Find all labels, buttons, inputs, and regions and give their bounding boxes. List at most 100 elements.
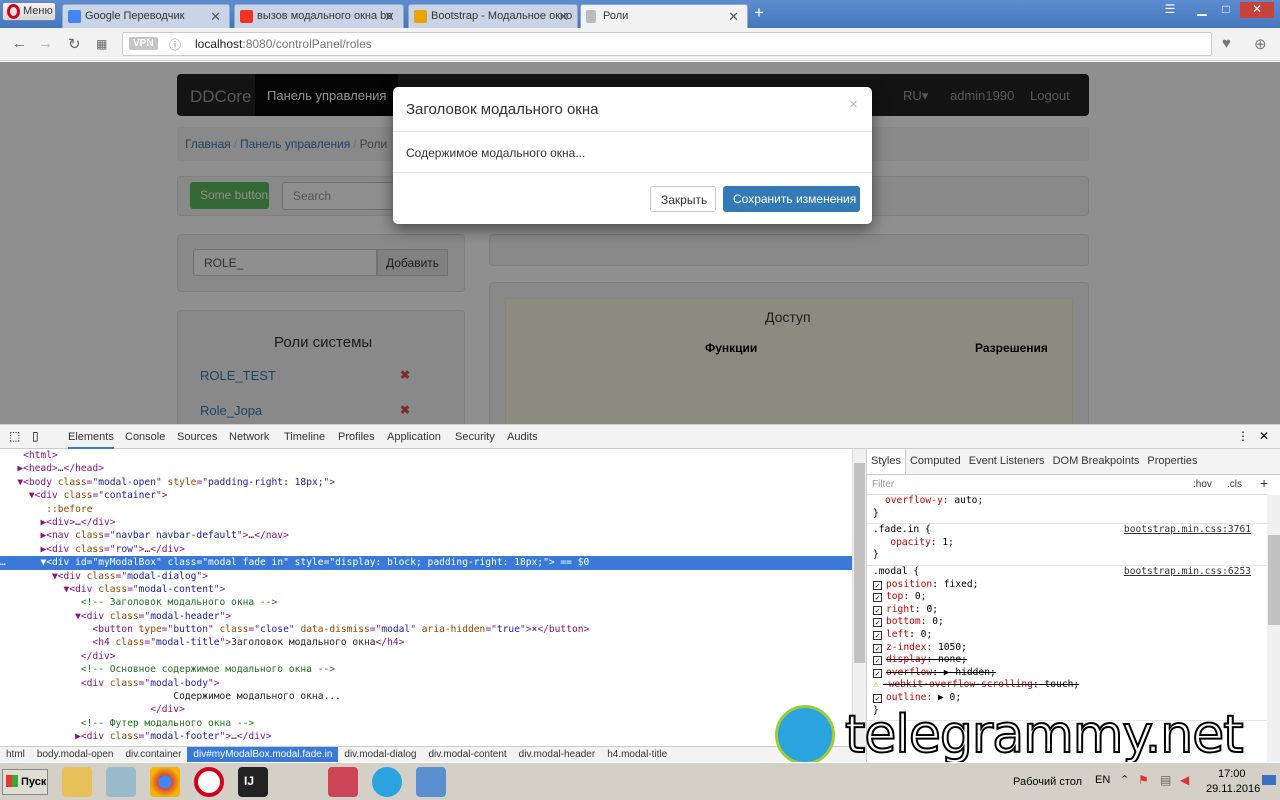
dom-node-row[interactable]: … ▼<div id="myModalBox" class="modal fad…	[0, 556, 852, 570]
tab-roles[interactable]: Роли ✕	[580, 4, 748, 28]
styles-scrollbar[interactable]	[1267, 495, 1280, 763]
styles-tab-styles[interactable]: Styles	[867, 449, 906, 474]
language-indicator[interactable]: EN	[1095, 774, 1110, 786]
intellij-icon[interactable]: IJ	[238, 767, 268, 797]
devtools-tab-sources[interactable]: Sources	[177, 431, 217, 443]
css-value[interactable]: none	[938, 654, 961, 665]
css-value[interactable]: 1	[942, 537, 948, 548]
action-center-icon[interactable]: ⚑	[1138, 773, 1149, 787]
dom-node-row[interactable]: Содержимое модального окна...	[0, 690, 852, 703]
devtools-tab-application[interactable]: Application	[387, 431, 441, 443]
close-button[interactable]: Закрыть	[650, 186, 716, 212]
dom-node-row[interactable]: ▶<nav class="navbar navbar-default">…</n…	[0, 529, 852, 542]
tab-google-translate[interactable]: Google Переводчик ✕	[62, 4, 230, 28]
dom-node-row[interactable]: ▶<div>…</div>	[0, 516, 852, 529]
dom-node-row[interactable]: </div>	[0, 650, 852, 663]
devtools-tab-audits[interactable]: Audits	[507, 431, 538, 443]
chrome-icon[interactable]	[150, 767, 180, 797]
css-value[interactable]: ▶ hidden	[944, 667, 990, 678]
reload-icon[interactable]: ↻	[68, 35, 81, 53]
property-checkbox[interactable]: ✓	[873, 656, 882, 666]
breadcrumb-div#myModalBox.modal.fade.in[interactable]: div#myModalBox.modal.fade.in	[187, 747, 339, 762]
property-checkbox[interactable]: ✓	[873, 630, 882, 640]
elements-tree[interactable]: <html> ▶<head>…</head> ▼<body class="mod…	[0, 449, 852, 747]
opera-menu-button[interactable]: Меню	[2, 2, 56, 21]
devtools-tab-timeline[interactable]: Timeline	[284, 431, 325, 443]
dom-node-row[interactable]: <!-- Заголовок модального окна -->	[0, 596, 852, 609]
virtualbox-icon[interactable]	[416, 767, 446, 797]
cls-toggle[interactable]: .cls	[1227, 479, 1242, 490]
breadcrumb-div.modal-header[interactable]: div.modal-header	[513, 747, 602, 762]
show-desktop-icon[interactable]	[1262, 775, 1276, 785]
dom-node-row[interactable]: ▶<div class="modal-footer">…</div>	[0, 730, 852, 743]
url-input[interactable]: VPN ⓘ localhost:8080/controlPanel/roles	[122, 32, 1212, 56]
volume-icon[interactable]: ◀	[1180, 773, 1189, 787]
styles-tab-event-listeners[interactable]: Event Listeners	[965, 449, 1049, 467]
save-changes-button[interactable]: Сохранить изменения	[723, 186, 860, 212]
close-devtools-icon[interactable]: ✕	[1259, 429, 1269, 443]
close-tab-icon[interactable]: ✕	[728, 9, 739, 25]
new-tab-button[interactable]: +	[754, 3, 764, 23]
css-value[interactable]: auto	[954, 495, 977, 506]
dom-node-row[interactable]: ::before	[0, 503, 852, 516]
styles-filter[interactable]: Filter :hov .cls +	[867, 475, 1268, 495]
forward-icon[interactable]: →	[38, 35, 53, 52]
explorer-icon[interactable]	[62, 767, 92, 797]
minimize-icon[interactable]: ▁	[1192, 2, 1212, 18]
property-checkbox[interactable]: ✓	[873, 580, 882, 590]
breadcrumb-div.modal-content[interactable]: div.modal-content	[422, 747, 512, 762]
start-button[interactable]: Пуск	[2, 769, 48, 795]
add-rule-icon[interactable]: +	[1260, 475, 1268, 491]
property-checkbox[interactable]: ✓	[873, 605, 882, 615]
clock-time[interactable]: 17:00	[1218, 768, 1246, 780]
css-value[interactable]: fixed	[944, 579, 973, 590]
css-value[interactable]: 0	[915, 591, 921, 602]
filter-input[interactable]: Filter	[872, 479, 894, 490]
devtools-tab-elements[interactable]: Elements	[68, 431, 114, 449]
property-checkbox[interactable]: ✓	[873, 593, 882, 603]
dom-node-row[interactable]: </div>	[0, 703, 852, 716]
devtools-tab-profiles[interactable]: Profiles	[338, 431, 375, 443]
hov-toggle[interactable]: :hov	[1193, 479, 1212, 490]
devtools-tab-network[interactable]: Network	[229, 431, 269, 443]
maximize-icon[interactable]: □	[1216, 2, 1236, 18]
css-value[interactable]: ▶ 0	[938, 692, 955, 703]
dom-node-row[interactable]: ▼<div class="modal-content">	[0, 583, 852, 596]
devtools-tab-console[interactable]: Console	[125, 431, 165, 443]
download-icon[interactable]: ⊕	[1254, 35, 1267, 53]
close-window-icon[interactable]: ✕	[1240, 2, 1274, 18]
desktop-toolbar[interactable]: Рабочий стол	[1013, 776, 1082, 788]
breadcrumb-div.modal-dialog[interactable]: div.modal-dialog	[338, 747, 422, 762]
heart-icon[interactable]: ♥	[1222, 35, 1231, 52]
dom-node-row[interactable]: ▼<div class="container">	[0, 489, 852, 502]
breadcrumb-div.container[interactable]: div.container	[119, 747, 187, 762]
more-menu-icon[interactable]: ⋮	[1237, 429, 1249, 443]
css-source-link[interactable]: bootstrap.min.css:3761	[1124, 524, 1251, 537]
css-value[interactable]: 0	[921, 629, 927, 640]
clock-date[interactable]: 29.11.2016	[1206, 783, 1260, 795]
tab-menu-icon[interactable]: ☰	[1160, 2, 1180, 18]
database-icon[interactable]	[328, 767, 358, 797]
css-value[interactable]: 1050	[938, 642, 961, 653]
close-tab-icon[interactable]: ✕	[384, 9, 395, 25]
inspect-icon[interactable]: ⬚	[9, 429, 20, 443]
dom-node-row[interactable]: ▼<div class="modal-header">	[0, 610, 852, 623]
dom-node-row[interactable]: <div class="modal-body">	[0, 677, 852, 690]
dom-node-row[interactable]: <button type="button" class="close" data…	[0, 623, 852, 636]
dom-node-row[interactable]: ▼<div class="modal-dialog">	[0, 570, 852, 583]
dom-node-row[interactable]: ▶<div class="row">…</div>	[0, 543, 852, 556]
network-icon[interactable]: ▤	[1160, 773, 1171, 787]
property-checkbox[interactable]: ✓	[873, 693, 882, 703]
close-tab-icon[interactable]: ✕	[210, 9, 221, 25]
tab-bootstrap[interactable]: Bootstrap - Модальное окно ✕	[408, 4, 578, 28]
device-mode-icon[interactable]: ▯	[32, 429, 39, 443]
dom-node-row[interactable]: <!-- Футер модального окна -->	[0, 717, 852, 730]
breadcrumb-h4.modal-title[interactable]: h4.modal-title	[601, 747, 673, 762]
css-value[interactable]: 0	[932, 616, 938, 627]
property-checkbox[interactable]: ✓	[873, 668, 882, 678]
speed-dial-icon[interactable]: ▦	[96, 37, 107, 51]
tab-yandex[interactable]: вызов модального окна bo ✕	[234, 4, 404, 28]
close-tab-icon[interactable]: ✕	[558, 9, 569, 25]
breadcrumb-body.modal-open[interactable]: body.modal-open	[31, 747, 120, 762]
devtools-tab-security[interactable]: Security	[455, 431, 495, 443]
